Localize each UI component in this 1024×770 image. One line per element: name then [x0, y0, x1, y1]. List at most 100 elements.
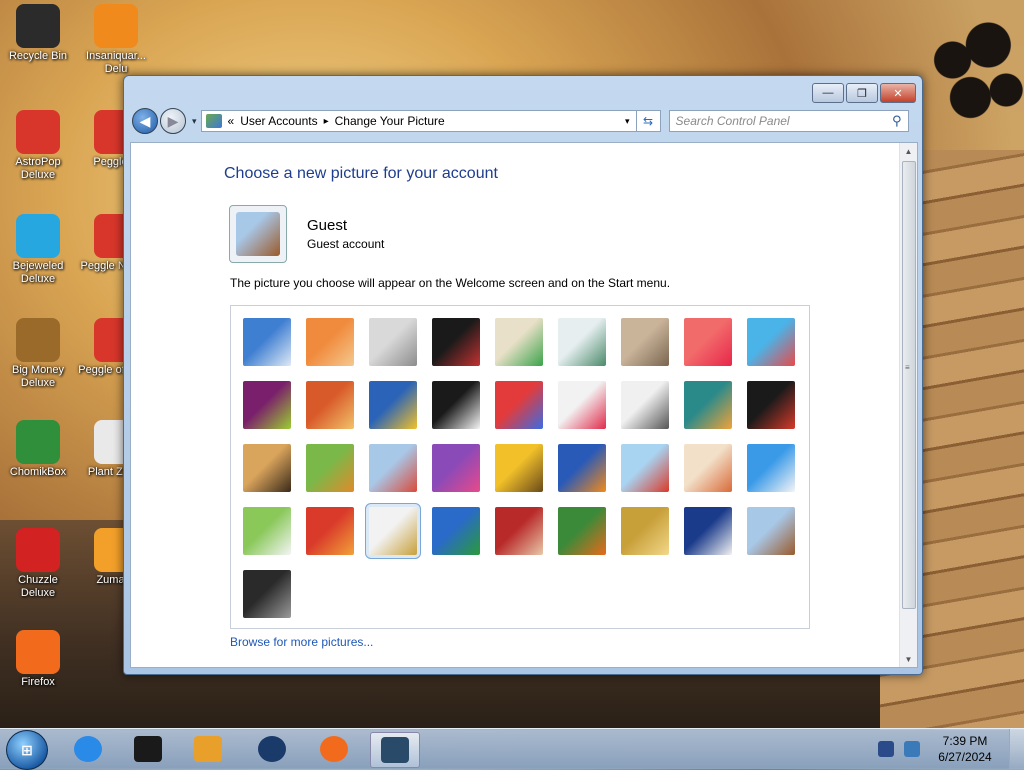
firefox-icon — [16, 630, 60, 674]
fish-picture[interactable] — [558, 444, 606, 492]
clock-date: 6/27/2024 — [938, 750, 992, 764]
recycle-bin-icon — [16, 4, 60, 48]
patterned-fabric-picture[interactable] — [495, 507, 543, 555]
taskbar-button[interactable] — [370, 732, 420, 768]
search-icon[interactable]: ⚲ — [892, 113, 902, 129]
hot-air-balloon-picture[interactable] — [621, 444, 669, 492]
taskbar-button[interactable] — [124, 732, 172, 766]
start-button[interactable]: ⊞ — [6, 730, 48, 770]
vinyl-record-picture[interactable] — [432, 318, 480, 366]
ferris-wheel-picture[interactable] — [243, 318, 291, 366]
custom-picture[interactable] — [243, 570, 291, 618]
astropop-icon — [16, 110, 60, 154]
robot-dog-picture[interactable] — [369, 318, 417, 366]
forward-button[interactable]: ▶ — [160, 108, 186, 134]
search-placeholder: Search Control Panel — [675, 114, 790, 128]
system-tray: 7:39 PM 6/27/2024 — [878, 733, 1000, 765]
browse-pictures-link[interactable]: Browse for more pictures... — [230, 635, 373, 649]
desktop-icon[interactable]: ChomikBox — [0, 420, 76, 479]
terminal-icon — [134, 736, 162, 762]
breadcrumb-user-accounts[interactable]: User Accounts — [240, 114, 317, 128]
clock[interactable]: 7:39 PM 6/27/2024 — [930, 733, 1000, 765]
egg-doll-picture[interactable] — [684, 444, 732, 492]
account-type: Guest account — [307, 237, 385, 251]
sailboat-picture[interactable] — [747, 444, 795, 492]
guitar-picture[interactable] — [243, 444, 291, 492]
close-button[interactable]: ✕ — [880, 83, 916, 103]
suitcase-icon — [236, 212, 280, 256]
lucky-cat-picture[interactable] — [495, 318, 543, 366]
star-picture[interactable] — [558, 381, 606, 429]
desktop-icon[interactable]: Chuzzle Deluxe — [0, 528, 76, 600]
origami-crane-picture[interactable] — [747, 381, 795, 429]
network-icon[interactable] — [904, 741, 920, 757]
gyroscope-picture[interactable] — [558, 318, 606, 366]
desktop-icon[interactable]: Big Money Deluxe — [0, 318, 76, 390]
stairs-picture[interactable] — [684, 381, 732, 429]
vertical-scrollbar[interactable]: ▲ ≡ ▼ — [899, 143, 917, 667]
search-input[interactable]: Search Control Panel ⚲ — [668, 110, 909, 132]
scroll-down-icon[interactable]: ▼ — [900, 651, 917, 667]
marbles-picture[interactable] — [365, 503, 421, 559]
desktop-icon-label: AstroPop Deluxe — [15, 156, 61, 181]
window-frame-picture[interactable] — [432, 507, 480, 555]
recent-pages-dropdown[interactable]: ▾ — [192, 116, 197, 127]
scroll-thumb[interactable] — [902, 161, 916, 609]
desktop-icon-label: Recycle Bin — [8, 50, 68, 62]
lighthouse-picture[interactable] — [684, 507, 732, 555]
taskbar-button[interactable] — [248, 732, 296, 766]
chuzzle-icon — [16, 528, 60, 572]
account-name: Guest — [307, 217, 348, 234]
shield-icon[interactable] — [878, 741, 894, 757]
minimize-button[interactable]: — — [812, 83, 844, 103]
crayons-picture[interactable] — [495, 381, 543, 429]
content-pane: Choose a new picture for your account Gu… — [130, 142, 918, 668]
breadcrumb-separator-icon[interactable]: ▸ — [324, 116, 329, 127]
fabric-picture[interactable] — [306, 507, 354, 555]
desktop-icon[interactable]: Bejeweled Deluxe — [0, 214, 76, 286]
pomeranian-picture[interactable] — [306, 444, 354, 492]
jacks-picture[interactable] — [621, 381, 669, 429]
show-desktop-button[interactable] — [1009, 729, 1024, 769]
desktop-icon-label: ChomikBox — [9, 466, 67, 478]
pinwheel-picture[interactable] — [747, 318, 795, 366]
maximize-button[interactable]: ❐ — [846, 83, 878, 103]
desktop-icon-label: Insaniquar... Delu — [86, 50, 146, 75]
breadcrumb-change-your-picture[interactable]: Change Your Picture — [335, 114, 445, 128]
address-prefix[interactable]: « — [228, 114, 235, 128]
suitcase-picture[interactable] — [747, 507, 795, 555]
desktop-icon-label: Bejeweled Deluxe — [12, 260, 64, 285]
refresh-button[interactable]: ⇆ — [636, 110, 661, 132]
spiral-picture[interactable] — [621, 507, 669, 555]
soccer-ball-picture[interactable] — [243, 507, 291, 555]
desktop-icon-label: Firefox — [21, 676, 55, 688]
address-dropdown-icon[interactable]: ▾ — [625, 116, 630, 127]
hamster-icon — [16, 420, 60, 464]
desktop-icon[interactable]: Firefox — [0, 630, 76, 689]
media-player-icon — [194, 736, 222, 762]
kitten-picture[interactable] — [621, 318, 669, 366]
current-account-picture — [229, 205, 287, 263]
desktop-icon[interactable]: Recycle Bin — [0, 4, 76, 63]
address-bar[interactable]: « User Accounts ▸ Change Your Picture ▾ — [200, 110, 637, 132]
taskbar: ⊞ 7:39 PM 6/27/2024 — [0, 728, 1024, 770]
scroll-up-icon[interactable]: ▲ — [900, 143, 917, 159]
taskbar-button[interactable] — [310, 732, 358, 766]
toy-robot-picture[interactable] — [369, 444, 417, 492]
money-bag-icon — [16, 318, 60, 362]
fabric-squares-picture[interactable] — [306, 381, 354, 429]
back-button[interactable]: ◀ — [132, 108, 158, 134]
dog-picture[interactable] — [432, 381, 480, 429]
starfish-picture[interactable] — [306, 318, 354, 366]
desktop-icon[interactable]: AstroPop Deluxe — [0, 110, 76, 182]
desktop-icon[interactable]: Insaniquar... Delu — [78, 4, 154, 76]
taskbar-button[interactable] — [184, 732, 232, 766]
leaf-picture[interactable] — [369, 381, 417, 429]
butterfly-picture[interactable] — [558, 507, 606, 555]
sunflower-picture[interactable] — [495, 444, 543, 492]
gem-icon — [16, 214, 60, 258]
taskbar-button[interactable] — [64, 732, 112, 766]
scarf-picture[interactable] — [432, 444, 480, 492]
flower-picture[interactable] — [684, 318, 732, 366]
ball-picture[interactable] — [243, 381, 291, 429]
